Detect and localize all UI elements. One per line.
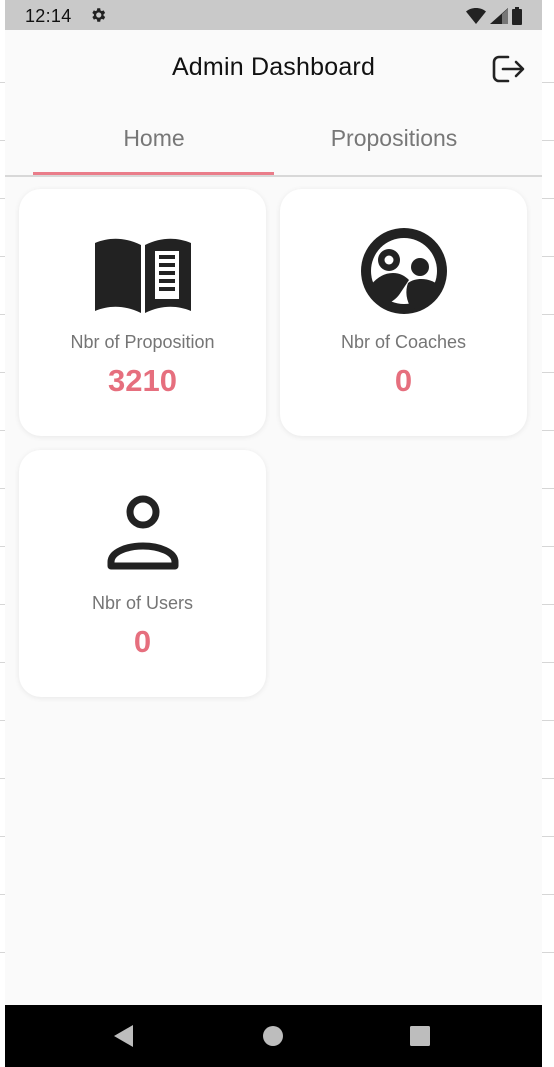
edge-tick [542, 82, 554, 83]
edge-tick [542, 430, 554, 431]
gear-icon [92, 8, 106, 22]
home-icon [263, 1026, 283, 1046]
app-bar: Admin Dashboard [5, 30, 542, 106]
card-label: Nbr of Coaches [340, 332, 467, 352]
recents-button[interactable] [408, 1023, 432, 1054]
tab-propositions[interactable]: Propositions [273, 106, 515, 174]
book-icon [94, 238, 191, 313]
edge-tick [542, 198, 554, 199]
edge-tick [542, 140, 554, 141]
tab-bar: Home Propositions [5, 106, 542, 177]
logout-icon [492, 55, 525, 83]
home-button[interactable] [261, 1023, 285, 1054]
status-bar: 12:14 [5, 0, 542, 30]
user-icon [107, 495, 178, 570]
back-icon [114, 1025, 133, 1047]
card-label: Nbr of Users [91, 593, 194, 613]
edge-tick [542, 952, 554, 953]
card-label: Nbr of Proposition [70, 332, 215, 352]
card-value: 0 [133, 624, 152, 659]
edge-tick [542, 778, 554, 779]
logout-button[interactable] [486, 49, 526, 89]
edge-tick [542, 662, 554, 663]
tabs-divider [5, 175, 542, 177]
wifi-icon [466, 8, 486, 24]
edge-tick [542, 546, 554, 547]
stat-card-users[interactable]: Nbr of Users 0 [19, 450, 266, 697]
back-button[interactable] [111, 1023, 135, 1054]
edge-tick [542, 372, 554, 373]
stat-card-coaches[interactable]: Nbr of Coaches 0 [280, 189, 527, 436]
card-value: 3210 [108, 363, 177, 398]
edge-tick [542, 488, 554, 489]
edge-tick [542, 720, 554, 721]
edge-tick [542, 256, 554, 257]
stat-card-propositions[interactable]: Nbr of Proposition 3210 [19, 189, 266, 436]
edge-tick [542, 894, 554, 895]
status-time: 12:14 [25, 6, 72, 26]
system-nav-bar [5, 1005, 542, 1067]
phone-screen: 12:14 Admin Dashboard Home Propositions … [5, 0, 542, 1067]
battery-icon [512, 7, 522, 25]
card-value: 0 [394, 363, 413, 398]
edge-tick [542, 314, 554, 315]
signal-icon [490, 8, 508, 24]
coach-icon [360, 228, 447, 314]
edge-tick [542, 604, 554, 605]
page-title: Admin Dashboard [171, 53, 376, 81]
recents-icon [410, 1026, 430, 1046]
tab-home[interactable]: Home [33, 106, 275, 174]
edge-tick [542, 836, 554, 837]
